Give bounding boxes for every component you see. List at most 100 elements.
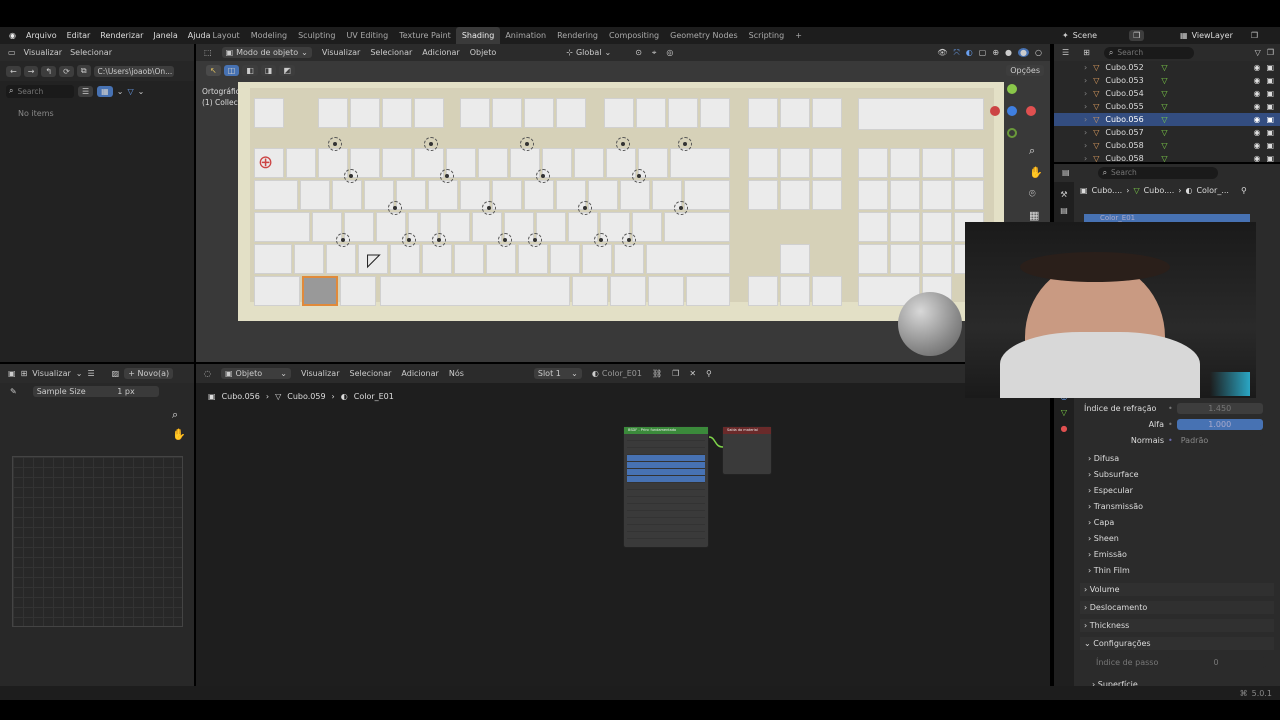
outliner-item[interactable]: › ▽ Cubo.055 ▽ ◉ ▣ — [1054, 100, 1280, 113]
add-workspace-button[interactable]: + — [790, 27, 808, 44]
wireframe-shading-icon[interactable]: ⊕ — [992, 48, 999, 57]
outliner-item[interactable]: › ▽ Cubo.054 ▽ ◉ ▣ — [1054, 87, 1280, 100]
light-object-icon[interactable] — [594, 233, 608, 247]
selected-key[interactable] — [302, 276, 338, 306]
camera-render-icon[interactable]: ▣ — [1266, 141, 1274, 150]
transform-orientation[interactable]: ⊹ Global ⌄ — [566, 48, 611, 57]
gizmo-neg-y-axis[interactable] — [1007, 128, 1017, 138]
key[interactable] — [686, 276, 730, 306]
camera-render-icon[interactable]: ▣ — [1266, 76, 1274, 85]
visibility-icon[interactable]: ◉ — [1253, 76, 1260, 85]
key[interactable] — [858, 98, 984, 130]
node-editor-panel[interactable]: ◌ ▣ Objeto ⌄ Visualizar Selecionar Adicion… — [196, 364, 1050, 686]
chevron-right-icon[interactable]: › — [1084, 89, 1087, 98]
key[interactable] — [748, 276, 778, 306]
sort-chevron-icon[interactable]: ⌄ — [117, 87, 124, 96]
list-icon[interactable]: ☰ — [87, 369, 94, 378]
material-subsection[interactable]: › Transmissão — [1088, 500, 1143, 513]
tab-texture-paint[interactable]: Texture Paint — [394, 27, 457, 44]
light-object-icon[interactable] — [402, 233, 416, 247]
key[interactable] — [254, 180, 298, 210]
tab-geometry-nodes[interactable]: Geometry Nodes — [665, 27, 743, 44]
camera-render-icon[interactable]: ▣ — [1266, 128, 1274, 137]
file-search-input[interactable] — [17, 86, 68, 96]
key[interactable] — [700, 98, 730, 128]
outliner-item[interactable]: › ▽ Cubo.053 ▽ ◉ ▣ — [1054, 74, 1280, 87]
key[interactable] — [414, 98, 444, 128]
menu-render[interactable]: Renderizar — [95, 31, 148, 40]
key[interactable] — [574, 148, 604, 178]
material-subsection[interactable]: › Especular — [1088, 484, 1133, 497]
key[interactable] — [780, 180, 810, 210]
tool-tab-icon[interactable]: ⚒ — [1060, 190, 1067, 199]
key[interactable] — [486, 244, 516, 274]
light-object-icon[interactable] — [622, 233, 636, 247]
tab-uv-editing[interactable]: UV Editing — [341, 27, 394, 44]
display-mode-icon[interactable]: ⊞ — [1083, 48, 1090, 57]
camera-render-icon[interactable]: ▣ — [1266, 154, 1274, 163]
tab-rendering[interactable]: Rendering — [552, 27, 604, 44]
new-view-layer-icon[interactable]: ❐ — [1251, 31, 1258, 40]
material-subsection[interactable]: › Capa — [1088, 516, 1114, 529]
new-scene-icon[interactable]: ❐ — [1129, 30, 1145, 41]
key[interactable] — [812, 276, 842, 306]
tab-sculpting[interactable]: Sculpting — [293, 27, 341, 44]
light-object-icon[interactable] — [336, 233, 350, 247]
gizmo-x-axis[interactable] — [1026, 106, 1036, 116]
key[interactable] — [588, 180, 618, 210]
key[interactable] — [812, 148, 842, 178]
chevron-right-icon[interactable]: › — [1084, 128, 1087, 137]
select-extend-icon[interactable]: ◧ — [242, 64, 258, 76]
socket-dot-icon[interactable]: • — [1168, 436, 1173, 445]
material-group-header[interactable]: › Volume — [1080, 583, 1274, 596]
key[interactable] — [254, 98, 284, 128]
light-object-icon[interactable] — [520, 137, 534, 151]
key[interactable] — [668, 98, 698, 128]
tab-modeling[interactable]: Modeling — [245, 27, 292, 44]
filter-icon[interactable]: ▽ — [127, 87, 133, 96]
camera-view-icon[interactable]: ⌾ — [1029, 187, 1043, 201]
light-object-icon[interactable] — [678, 137, 692, 151]
step-index-field[interactable]: 0 — [1166, 657, 1266, 668]
key[interactable] — [582, 244, 612, 274]
mode-selector[interactable]: ▣ Modo de objeto ⌄ — [221, 47, 312, 58]
tab-animation[interactable]: Animation — [500, 27, 552, 44]
pin-icon[interactable]: ⚲ — [1241, 186, 1247, 195]
light-object-icon[interactable] — [536, 169, 550, 183]
key[interactable] — [318, 98, 348, 128]
image-editor-menu-view[interactable]: Visualizar — [32, 369, 71, 378]
light-object-icon[interactable] — [616, 137, 630, 151]
visibility-icon[interactable]: ◉ — [1253, 63, 1260, 72]
key[interactable] — [340, 276, 376, 306]
gizmo-icon[interactable]: ⤧ — [953, 48, 959, 58]
material-slot-item[interactable]: Color_E01 — [1084, 214, 1250, 222]
key[interactable] — [382, 148, 412, 178]
material-subsection[interactable]: › Emissão — [1088, 548, 1127, 561]
key[interactable] — [524, 180, 554, 210]
key[interactable] — [922, 212, 952, 242]
viewport-menu-select[interactable]: Selecionar — [370, 48, 412, 57]
back-icon[interactable]: ← — [6, 65, 21, 77]
file-browser-menu-select[interactable]: Selecionar — [70, 48, 112, 57]
normals-field[interactable]: Padrão — [1176, 435, 1263, 446]
solid-shading-icon[interactable]: ● — [1005, 48, 1012, 57]
visibility-icon[interactable]: ◉ — [1253, 141, 1260, 150]
chevron-right-icon[interactable]: › — [1084, 76, 1087, 85]
light-object-icon[interactable] — [632, 169, 646, 183]
options-button[interactable]: Opções — [1006, 64, 1044, 76]
outliner-item[interactable]: › ▽ Cubo.058 ▽ ◉ ▣ — [1054, 139, 1280, 152]
material-subsection[interactable]: › Subsurface — [1088, 468, 1139, 481]
outliner-item[interactable]: › ▽ Cubo.052 ▽ ◉ ▣ — [1054, 61, 1280, 74]
material-subsection[interactable]: › Difusa — [1088, 452, 1119, 465]
properties-search-input[interactable] — [1111, 168, 1192, 177]
key[interactable] — [390, 244, 420, 274]
rendered-shading-icon[interactable]: ○ — [1035, 48, 1042, 57]
key[interactable] — [294, 244, 324, 274]
viewport-menu-object[interactable]: Objeto — [470, 48, 497, 57]
key[interactable] — [614, 244, 644, 274]
key[interactable] — [812, 98, 842, 128]
light-object-icon[interactable] — [498, 233, 512, 247]
camera-icon[interactable]: ◸ — [367, 250, 381, 271]
key[interactable] — [922, 180, 952, 210]
key[interactable] — [478, 148, 508, 178]
